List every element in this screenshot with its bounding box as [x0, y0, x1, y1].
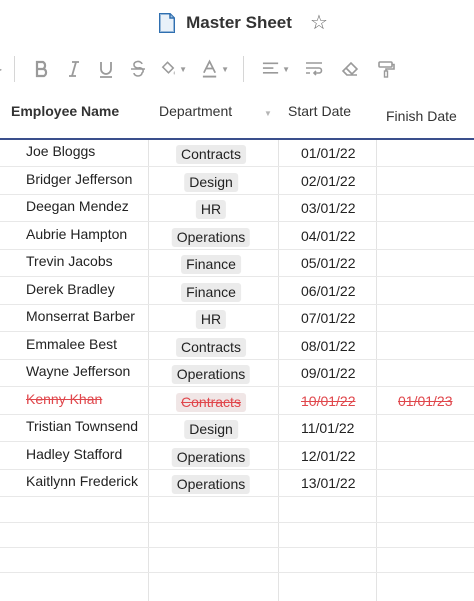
empty-row[interactable]	[0, 498, 474, 523]
start-date-cell[interactable]: 11/01/22	[301, 420, 354, 436]
department-tag[interactable]: HR	[195, 310, 227, 329]
start-date-cell[interactable]: 01/01/22	[301, 145, 356, 161]
employee-name-cell[interactable]: Trevin Jacobs	[26, 253, 113, 269]
table-row[interactable]: Emmalee Best Contracts 08/01/22	[0, 333, 474, 360]
table-row[interactable]: Derek Bradley Finance 06/01/22	[0, 278, 474, 305]
employee-name-cell[interactable]: Kaitlynn Frederick	[26, 473, 138, 489]
table-row[interactable]: Tristian Townsend Design 11/01/22	[0, 415, 474, 442]
align-icon[interactable]: ▼	[262, 54, 290, 84]
table-row[interactable]: Bridger Jefferson Design 02/01/22	[0, 168, 474, 195]
start-date-cell[interactable]: 02/01/22	[301, 173, 356, 189]
table-row[interactable]: Monserrat Barber HR 07/01/22	[0, 305, 474, 332]
table-row[interactable]: Hadley Stafford Operations 12/01/22	[0, 443, 474, 470]
star-icon[interactable]: ☆	[310, 13, 328, 33]
sheet-title[interactable]: Master Sheet	[186, 13, 292, 33]
department-tag[interactable]: HR	[195, 200, 227, 219]
department-tag[interactable]: Finance	[181, 255, 241, 274]
start-date-cell[interactable]: 12/01/22	[301, 448, 356, 464]
chevron-down-icon[interactable]: ▼	[282, 65, 290, 74]
table-row[interactable]: Wayne Jefferson Operations 09/01/22	[0, 360, 474, 387]
wrap-icon[interactable]	[302, 54, 326, 84]
column-header-employee-name[interactable]: Employee Name	[11, 92, 119, 138]
table-row[interactable]: Kaitlynn Frederick Operations 13/01/22	[0, 470, 474, 497]
department-tag[interactable]: Contracts	[176, 392, 246, 412]
department-tag[interactable]: Design	[184, 420, 238, 439]
department-tag[interactable]: Operations	[171, 447, 251, 467]
start-date-cell[interactable]: 06/01/22	[301, 283, 356, 299]
department-tag[interactable]: Contracts	[176, 337, 246, 357]
italic-icon[interactable]	[63, 54, 85, 84]
underline-icon[interactable]	[95, 54, 117, 84]
bold-icon[interactable]	[31, 54, 53, 84]
toolbar-divider	[14, 56, 16, 82]
start-date-cell[interactable]: 04/01/22	[301, 228, 356, 244]
column-header-start-date[interactable]: Start Date	[288, 92, 351, 138]
column-header-department[interactable]: Department	[159, 92, 232, 138]
empty-row[interactable]	[0, 548, 474, 573]
department-tag[interactable]: Design	[184, 172, 238, 192]
table-row[interactable]: Joe Bloggs Contracts 01/01/22	[0, 140, 474, 167]
employee-name-cell[interactable]: Joe Bloggs	[26, 143, 95, 159]
employee-name-cell[interactable]: Kenny Khan	[26, 391, 102, 407]
title-bar: Master Sheet ☆	[0, 0, 474, 46]
start-date-cell[interactable]: 09/01/22	[301, 365, 356, 381]
column-header-row: Employee Name Department ▼ Start Date Fi…	[0, 92, 474, 140]
toolbar-divider	[243, 56, 245, 82]
employee-name-cell[interactable]: Hadley Stafford	[26, 446, 122, 462]
employee-name-cell[interactable]: Wayne Jefferson	[26, 363, 130, 379]
start-date-cell[interactable]: 08/01/22	[301, 338, 356, 354]
chevron-left-icon[interactable]: ▸	[0, 65, 2, 74]
employee-name-cell[interactable]: Emmalee Best	[26, 336, 117, 352]
table-row[interactable]: Kenny Khan Contracts 10/01/22 01/01/23	[0, 388, 474, 415]
department-tag[interactable]: Operations	[171, 365, 251, 384]
paint-format-icon[interactable]	[374, 54, 398, 84]
employee-name-cell[interactable]: Monserrat Barber	[26, 308, 135, 324]
department-tag[interactable]: Operations	[171, 475, 251, 494]
table-row[interactable]: Deegan Mendez HR 03/01/22	[0, 195, 474, 222]
department-tag[interactable]: Finance	[181, 282, 241, 302]
finish-date-cell[interactable]: 01/01/23	[398, 393, 453, 409]
employee-name-cell[interactable]: Tristian Townsend	[26, 418, 138, 434]
start-date-cell[interactable]: 07/01/22	[301, 310, 356, 326]
table-row[interactable]: Trevin Jacobs Finance 05/01/22	[0, 250, 474, 277]
strikethrough-icon[interactable]	[127, 54, 149, 84]
fill-color-icon[interactable]: ▼	[159, 54, 187, 84]
employee-name-cell[interactable]: Derek Bradley	[26, 281, 115, 297]
start-date-cell[interactable]: 05/01/22	[301, 255, 356, 271]
chevron-down-icon[interactable]: ▼	[221, 65, 229, 74]
start-date-cell[interactable]: 13/01/22	[301, 475, 356, 491]
department-tag[interactable]: Contracts	[176, 145, 246, 164]
sheet-grid[interactable]: Employee Name Department ▼ Start Date Fi…	[0, 92, 474, 601]
department-tag[interactable]: Operations	[171, 227, 251, 247]
clear-format-icon[interactable]	[338, 54, 362, 84]
sheet-doc-icon	[158, 13, 176, 33]
employee-name-cell[interactable]: Bridger Jefferson	[26, 171, 132, 187]
title-group: Master Sheet ☆	[158, 13, 328, 33]
employee-name-cell[interactable]: Deegan Mendez	[26, 198, 129, 214]
empty-row[interactable]	[0, 523, 474, 548]
start-date-cell[interactable]: 03/01/22	[301, 200, 356, 216]
employee-name-cell[interactable]: Aubrie Hampton	[26, 226, 127, 242]
table-row[interactable]: Aubrie Hampton Operations 04/01/22	[0, 223, 474, 250]
column-header-finish-date[interactable]: Finish Date	[386, 97, 457, 143]
chevron-down-icon[interactable]: ▼	[179, 65, 187, 74]
format-toolbar: ▸ ▼ ▼ ▼	[0, 48, 474, 90]
chevron-down-icon[interactable]: ▼	[264, 109, 272, 118]
text-color-icon[interactable]: ▼	[201, 54, 229, 84]
start-date-cell[interactable]: 10/01/22	[301, 393, 356, 409]
